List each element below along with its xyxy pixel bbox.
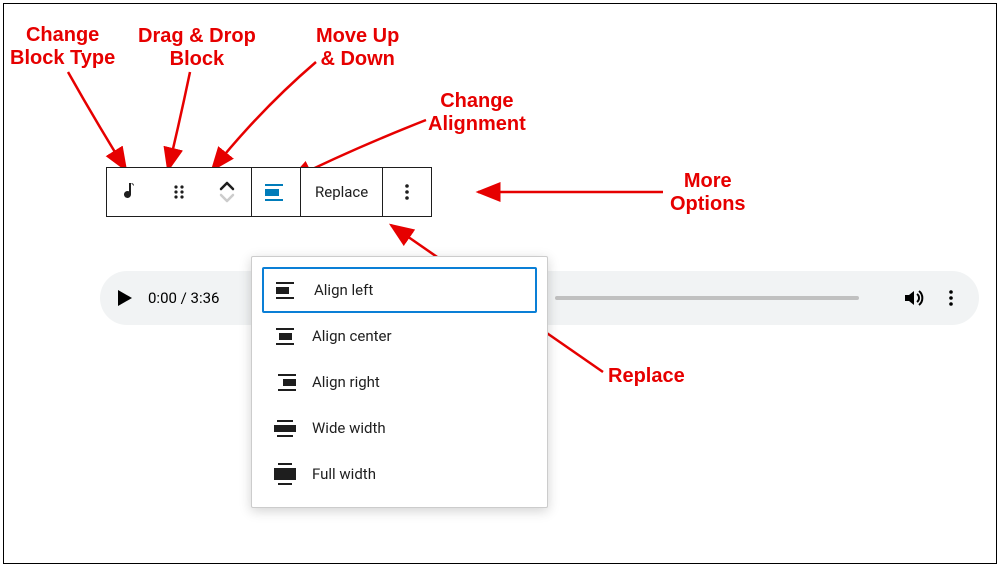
dropdown-item-label: Align right	[312, 373, 380, 391]
drag-handle-button[interactable]	[155, 168, 203, 216]
toolbar-group-align	[251, 167, 301, 217]
volume-button[interactable]	[899, 284, 927, 312]
more-options-button[interactable]	[383, 168, 431, 216]
audio-time: 0:00 / 3:36	[148, 289, 219, 307]
dropdown-item-label: Wide width	[312, 419, 386, 437]
align-center-option[interactable]: Align center	[262, 313, 537, 359]
toolbar-group-more	[382, 167, 432, 217]
kebab-icon	[941, 288, 961, 308]
alignment-button[interactable]	[252, 168, 300, 216]
align-center-icon	[274, 325, 296, 347]
annot-change-block-type: ChangeBlock Type	[10, 24, 115, 70]
annot-more-options: MoreOptions	[670, 170, 746, 216]
dropdown-item-label: Full width	[312, 465, 376, 483]
wide-width-icon	[274, 417, 296, 439]
kebab-icon	[397, 182, 417, 202]
align-left-option[interactable]: Align left	[262, 267, 537, 313]
annot-drag-drop: Drag & DropBlock	[138, 25, 256, 71]
annot-change-alignment: ChangeAlignment	[428, 90, 526, 136]
dropdown-item-label: Align left	[314, 281, 373, 299]
chevron-down-icon	[219, 193, 235, 203]
audio-more-button[interactable]	[937, 284, 965, 312]
annot-move-updown: Move Up& Down	[316, 25, 399, 71]
dropdown-item-label: Align center	[312, 327, 392, 345]
move-updown-button[interactable]	[203, 168, 251, 216]
full-width-option[interactable]: Full width	[262, 451, 537, 497]
change-block-type-button[interactable]	[107, 168, 155, 216]
alignment-dropdown: Align left Align center Align right Wide…	[251, 256, 548, 508]
music-note-icon	[119, 180, 143, 204]
align-left-icon	[276, 279, 298, 301]
wide-width-option[interactable]: Wide width	[262, 405, 537, 451]
play-button[interactable]	[118, 290, 132, 306]
replace-label: Replace	[315, 183, 368, 201]
align-left-icon	[265, 184, 287, 201]
annot-replace: Replace	[608, 365, 685, 388]
full-width-icon	[274, 463, 296, 485]
drag-handle-icon	[169, 182, 189, 202]
replace-button[interactable]: Replace	[301, 168, 382, 216]
align-right-option[interactable]: Align right	[262, 359, 537, 405]
chevron-up-icon	[219, 181, 235, 191]
audio-track[interactable]	[555, 296, 859, 300]
align-right-icon	[274, 371, 296, 393]
toolbar-group-replace: Replace	[300, 167, 383, 217]
volume-icon	[901, 286, 925, 310]
toolbar-group-left	[106, 167, 252, 217]
block-toolbar: Replace	[106, 167, 432, 217]
